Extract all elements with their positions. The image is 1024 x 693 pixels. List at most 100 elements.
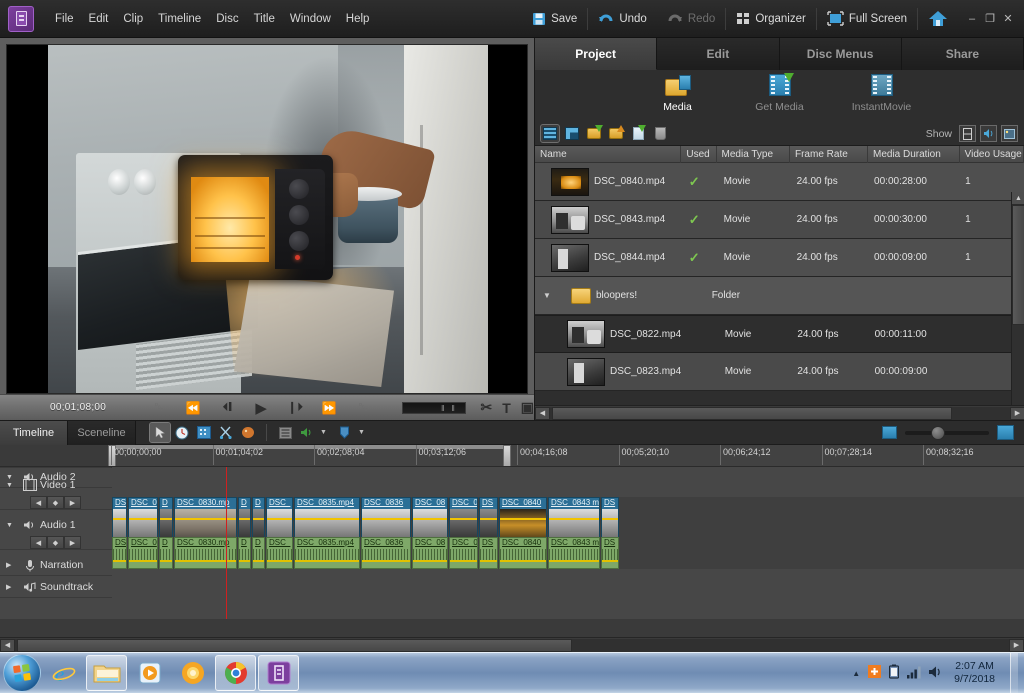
audio-clip[interactable]: DSC_0836 <box>361 537 411 569</box>
audio-clip[interactable]: DS <box>112 537 127 569</box>
track-header-audio-1[interactable]: ▼ Audio 1 ◀ ◆ ▶ <box>0 515 112 550</box>
media-list[interactable]: DSC_0840.mp4 ✓ Movie 24.00 fps 00:00:28:00 1 D… <box>535 163 1024 395</box>
microphone-icon[interactable] <box>20 559 40 572</box>
menu-item-clip[interactable]: Clip <box>116 9 150 29</box>
premiere-elements-icon[interactable] <box>258 655 299 691</box>
show-stills-icon[interactable] <box>1001 125 1018 142</box>
firefox-browser-icon[interactable] <box>172 655 213 691</box>
video-preview[interactable] <box>6 44 528 394</box>
marker-flag-icon[interactable] <box>335 423 355 442</box>
new-folder-icon[interactable] <box>585 125 603 142</box>
video-filmstrip-icon[interactable] <box>20 479 40 491</box>
step-forward-frame-icon[interactable]: ❙⏵ <box>278 396 312 420</box>
next-clip-button[interactable]: ▶ <box>64 496 81 509</box>
column-header-media-duration[interactable]: Media Duration <box>868 145 960 163</box>
split-clip-scissors-icon[interactable]: ✂ <box>480 399 492 416</box>
menu-item-disc[interactable]: Disc <box>209 9 245 29</box>
table-row[interactable]: DSC_0844.mp4 ✓ Movie 24.00 fps 00:00:09:00 1 <box>535 239 1024 277</box>
zoom-out-icon[interactable] <box>882 426 897 439</box>
redo-button[interactable]: Redo <box>657 0 726 38</box>
menu-item-title[interactable]: Title <box>247 9 282 29</box>
set-in-point-icon[interactable]: ␓ <box>142 396 176 420</box>
zoom-in-icon[interactable] <box>997 425 1014 440</box>
track-twisty-icon[interactable]: ▼ <box>6 482 20 489</box>
grid-view-icon[interactable] <box>563 125 581 142</box>
tab-disc-menus[interactable]: Disc Menus <box>779 38 902 70</box>
current-timecode[interactable]: 00;01;08;00 <box>50 402 106 413</box>
media-button[interactable]: Media <box>640 74 716 113</box>
tab-timeline[interactable]: Timeline <box>0 420 68 445</box>
add-text-icon[interactable]: T <box>502 400 511 416</box>
column-header-name[interactable]: Name <box>535 145 682 163</box>
freeze-frame-camera-icon[interactable]: ▣ <box>521 399 534 416</box>
show-video-icon[interactable] <box>959 125 976 142</box>
step-back-fast-icon[interactable]: ⏪ <box>176 396 210 420</box>
track-header-soundtrack[interactable]: ▶ Soundtrack <box>0 577 112 598</box>
instantmovie-button[interactable]: InstantMovie <box>844 74 920 113</box>
soundtrack-note-icon[interactable] <box>20 581 40 593</box>
track-twisty-icon[interactable]: ▼ <box>6 522 20 529</box>
menu-item-window[interactable]: Window <box>283 9 338 29</box>
audio-clip[interactable]: DSC_0843 m <box>548 537 600 569</box>
media-vertical-scrollbar[interactable]: ▲ <box>1011 192 1024 437</box>
show-hidden-icons-arrow[interactable]: ▲ <box>852 669 860 678</box>
timeline-scroll-thumb[interactable] <box>17 638 572 652</box>
color-palette-tool[interactable] <box>238 423 258 442</box>
timeline-scroll-right-arrow[interactable]: ▶ <box>1009 638 1024 652</box>
work-area-end-handle[interactable] <box>503 445 511 466</box>
add-keyframe-button[interactable]: ◆ <box>47 536 64 549</box>
time-stretch-clock-tool[interactable] <box>172 423 192 442</box>
play-icon[interactable]: ▶ <box>244 396 278 420</box>
audio-clip[interactable]: DSC_ <box>266 537 293 569</box>
column-header-used[interactable]: Used <box>681 145 717 163</box>
shuttle-scrubber[interactable]: ‖‖ <box>402 401 467 414</box>
home-button[interactable] <box>918 0 958 38</box>
audio-volume-icon[interactable] <box>297 423 317 442</box>
step-forward-fast-icon[interactable]: ⏩ <box>312 396 346 420</box>
timeline-menu-icon[interactable] <box>275 423 295 442</box>
audio-clip[interactable]: D <box>252 537 265 569</box>
previous-clip-button[interactable]: ◀ <box>30 536 47 549</box>
audio-clip[interactable]: DSC_0 <box>128 537 158 569</box>
battery-icon[interactable] <box>889 664 900 682</box>
windows-explorer-folder-icon[interactable] <box>86 655 127 691</box>
track-twisty-icon[interactable]: ▶ <box>6 583 20 591</box>
tab-project[interactable]: Project <box>535 38 658 70</box>
scroll-up-arrow[interactable]: ▲ <box>1012 192 1024 205</box>
chrome-browser-icon[interactable] <box>215 655 256 691</box>
menu-item-edit[interactable]: Edit <box>82 9 116 29</box>
scroll-left-arrow[interactable]: ◀ <box>535 406 550 420</box>
step-back-frame-icon[interactable]: ⏴❙ <box>210 396 244 420</box>
timeline-scroll-left-arrow[interactable]: ◀ <box>0 638 15 652</box>
table-row[interactable]: DSC_0840.mp4 ✓ Movie 24.00 fps 00:00:28:00 1 <box>535 163 1024 201</box>
network-signal-icon[interactable] <box>906 665 921 682</box>
track-header-video-1[interactable]: ▼ Video 1 ◀ ◆ ▶ <box>0 475 112 510</box>
vertical-scroll-thumb[interactable] <box>1012 205 1024 325</box>
maximize-button[interactable]: ❐ <box>982 11 998 27</box>
show-audio-icon[interactable] <box>980 125 997 142</box>
selection-arrow-tool[interactable] <box>149 422 171 443</box>
audio-clip[interactable]: D <box>159 537 173 569</box>
audio-clip[interactable]: DSC_0830.mp <box>174 537 237 569</box>
marker-grid-tool[interactable] <box>194 423 214 442</box>
zoom-slider-thumb[interactable] <box>931 425 945 440</box>
audio-speaker-icon[interactable] <box>20 519 40 531</box>
add-keyframe-button[interactable]: ◆ <box>47 496 64 509</box>
audio-dropdown-caret-icon[interactable]: ▼ <box>320 429 327 436</box>
folder-twisty-icon[interactable]: ▼ <box>541 291 553 300</box>
scroll-right-arrow[interactable]: ▶ <box>1010 406 1024 420</box>
delete-trash-icon[interactable] <box>651 125 669 142</box>
show-desktop-button[interactable] <box>1010 652 1018 693</box>
table-row[interactable]: ▼ bloopers! Folder <box>535 277 1024 315</box>
timeline-scroll-track[interactable] <box>15 638 1009 652</box>
audio-clip[interactable]: DSC_08 <box>412 537 448 569</box>
column-header-media-type[interactable]: Media Type <box>717 145 790 163</box>
current-time-indicator[interactable] <box>226 467 227 619</box>
close-button[interactable]: ✕ <box>1000 11 1016 27</box>
column-header-frame-rate[interactable]: Frame Rate <box>790 145 868 163</box>
minimize-button[interactable]: – <box>964 11 980 27</box>
menu-item-timeline[interactable]: Timeline <box>151 9 208 29</box>
organizer-button[interactable]: Organizer <box>726 0 816 38</box>
audio-clip[interactable]: DSC_0 <box>449 537 478 569</box>
next-clip-button[interactable]: ▶ <box>64 536 81 549</box>
